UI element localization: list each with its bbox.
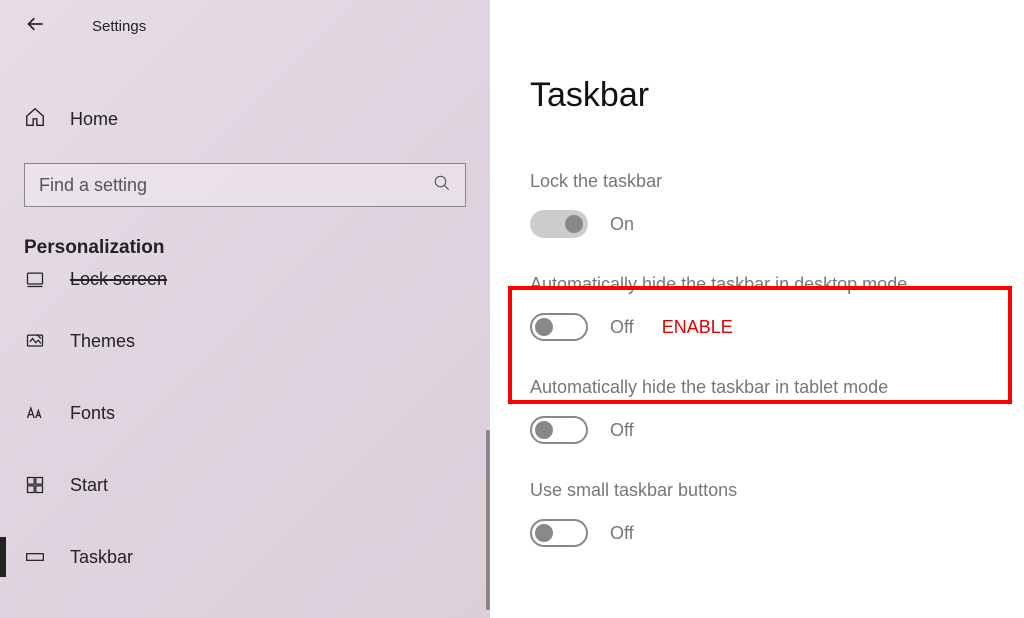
header-row: Settings xyxy=(0,0,490,48)
arrow-left-icon xyxy=(26,14,46,39)
setting-lock-taskbar: Lock the taskbar On xyxy=(530,171,1010,238)
setting-small-buttons: Use small taskbar buttons Off xyxy=(530,480,1010,547)
main-content: Taskbar Lock the taskbar On Automaticall… xyxy=(490,0,1024,618)
app-title: Settings xyxy=(92,18,146,35)
sidebar-item-label: Start xyxy=(70,475,108,496)
fonts-icon xyxy=(24,403,46,423)
search-box[interactable] xyxy=(24,163,466,207)
sidebar-item-start[interactable]: Start xyxy=(0,449,490,521)
sidebar-item-label: Lock screen xyxy=(70,269,167,290)
toggle-state: Off xyxy=(610,420,634,441)
search-input[interactable] xyxy=(39,175,433,196)
toggle-lock-taskbar[interactable] xyxy=(530,210,588,238)
start-icon xyxy=(24,475,46,495)
back-button[interactable] xyxy=(24,14,48,38)
toggle-small-buttons[interactable] xyxy=(530,519,588,547)
setting-autohide-tablet: Automatically hide the taskbar in tablet… xyxy=(530,377,1010,444)
setting-label: Automatically hide the taskbar in tablet… xyxy=(530,377,1010,398)
toggle-state: Off xyxy=(610,523,634,544)
annotation-enable: ENABLE xyxy=(662,317,733,338)
toggle-autohide-tablet[interactable] xyxy=(530,416,588,444)
sidebar-item-label: Taskbar xyxy=(70,547,133,568)
setting-label: Use small taskbar buttons xyxy=(530,480,1010,501)
page-title: Taskbar xyxy=(530,76,1010,115)
nav-list: Lock screen Themes Fonts xyxy=(0,269,490,593)
toggle-autohide-desktop[interactable] xyxy=(530,313,588,341)
sidebar-item-lock-screen[interactable]: Lock screen xyxy=(0,269,490,305)
toggle-state: Off xyxy=(610,317,634,338)
section-title: Personalization xyxy=(24,237,466,259)
sidebar-item-themes[interactable]: Themes xyxy=(0,305,490,377)
sidebar-item-taskbar[interactable]: Taskbar xyxy=(0,521,490,593)
sidebar-item-label: Themes xyxy=(70,331,135,352)
lock-screen-icon xyxy=(24,269,46,289)
home-nav[interactable]: Home xyxy=(0,106,490,133)
sidebar-item-label: Fonts xyxy=(70,403,115,424)
setting-label: Lock the taskbar xyxy=(530,171,1010,192)
taskbar-icon xyxy=(24,547,46,567)
home-icon xyxy=(24,106,46,133)
setting-label: Automatically hide the taskbar in deskto… xyxy=(530,274,1010,295)
search-icon xyxy=(433,174,451,197)
setting-autohide-desktop: Automatically hide the taskbar in deskto… xyxy=(530,274,1010,341)
home-label: Home xyxy=(70,109,118,130)
sidebar: Settings Home Personalization xyxy=(0,0,490,618)
themes-icon xyxy=(24,331,46,351)
toggle-state: On xyxy=(610,214,634,235)
sidebar-item-fonts[interactable]: Fonts xyxy=(0,377,490,449)
